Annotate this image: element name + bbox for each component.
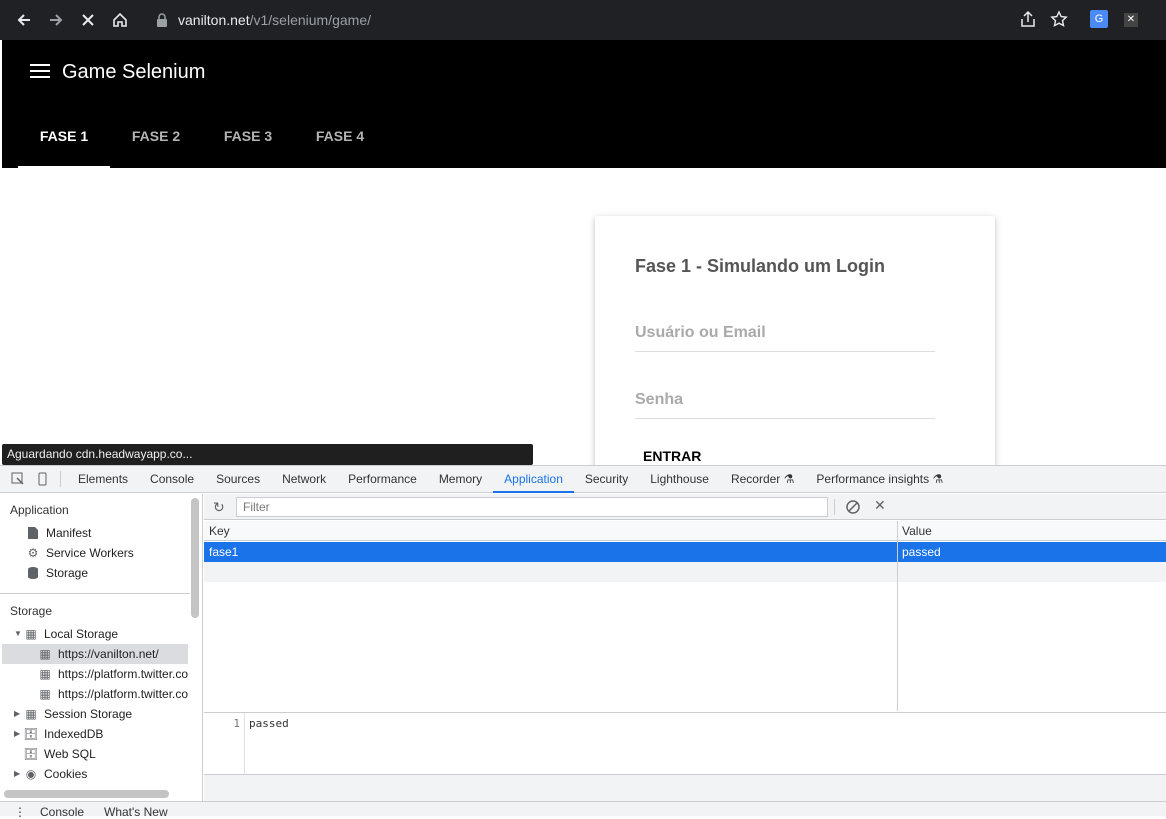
forward-icon[interactable] [40,4,72,36]
storage-view: ↻ Filter ✕ Key Value fase1 passed 1 pass… [204,494,1166,801]
gear-icon: ⚙ [27,546,39,560]
username-field[interactable]: Usuário ou Email [635,324,935,352]
row-value: passed [902,545,941,559]
sidebar-item-storage[interactable]: Storage [26,563,88,583]
preview-footer [204,774,1166,801]
tab-memory[interactable]: Memory [428,466,493,493]
sidebar-item-session-storage[interactable]: ▶ ▦ Session Storage [14,704,132,724]
grid-icon: ▦ [25,627,37,641]
card-title: Fase 1 - Simulando um Login [635,256,886,276]
tab-security[interactable]: Security [574,466,639,493]
lock-icon [157,13,167,27]
tab-sources[interactable]: Sources [205,466,271,493]
stop-loading-icon[interactable] [72,4,104,36]
tab-lighthouse[interactable]: Lighthouse [639,466,720,493]
sidebar-item-indexeddb[interactable]: ▶ 🗄 IndexedDB [14,724,103,744]
app-header: Game Selenium FASE 1 FASE 2 FASE 3 FASE … [2,40,1166,168]
status-tooltip: Aguardando cdn.headwayapp.co... [2,444,533,465]
table-row-empty[interactable] [204,562,1166,582]
collapsed-triangle-icon[interactable]: ▶ [14,764,24,784]
page-content: Fase 1 - Simulando um Login Usuário ou E… [2,168,1166,465]
devtools-panel: Elements Console Sources Network Perform… [0,465,1166,819]
grid-icon: ▦ [39,667,51,681]
database-icon: 🗄 [23,727,39,741]
tab-fase-2[interactable]: FASE 2 [110,104,202,168]
tab-network[interactable]: Network [271,466,337,493]
drawer-tab-console[interactable]: Console [40,805,84,819]
device-toolbar-icon[interactable] [30,467,54,491]
phase-tabs: FASE 1 FASE 2 FASE 3 FASE 4 [18,104,386,168]
address-bar[interactable]: vanilton.net/v1/selenium/game/ [144,4,1076,36]
devtools-tabbar: Elements Console Sources Network Perform… [0,466,1166,493]
collapsed-triangle-icon[interactable]: ▶ [14,704,24,724]
sidebar-item-web-sql[interactable]: 🗄 Web SQL [23,744,95,764]
sidebar-item-local-storage[interactable]: ▼ ▦ Local Storage [14,624,118,644]
drawer-tab-whats-new[interactable]: What's New [104,805,168,819]
login-button[interactable]: ENTRAR [643,448,701,464]
application-sidebar: Application Manifest ⚙ Service Workers S… [0,494,203,801]
table-row[interactable]: fase1 passed [204,542,1166,562]
tab-fase-3[interactable]: FASE 3 [202,104,294,168]
translate-extension-icon[interactable]: G [1090,10,1108,28]
column-value-header[interactable]: Value [902,524,932,538]
drawer-tabbar: ⋮ Console What's New [0,801,1166,819]
tab-recorder[interactable]: Recorder ⚗ [720,466,805,493]
sidebar-item-twitter-origin-1[interactable]: ▦ https://platform.twitter.co [38,664,188,684]
line-number: 1 [204,713,245,775]
tab-elements[interactable]: Elements [67,466,139,493]
grid-icon: ▦ [39,687,51,701]
back-icon[interactable] [8,4,40,36]
document-icon [26,526,40,540]
clear-all-icon[interactable] [846,500,860,519]
url-host: vanilton.net [178,12,250,28]
sidebar-header-application: Application [10,503,69,517]
grid-icon: ▦ [39,647,51,661]
app-title: Game Selenium [62,61,206,83]
delete-selected-icon[interactable]: ✕ [874,497,886,514]
drawer-menu-icon[interactable]: ⋮ [14,805,26,819]
tab-fase-4[interactable]: FASE 4 [294,104,386,168]
home-icon[interactable] [104,4,136,36]
browser-toolbar: vanilton.net/v1/selenium/game/ G ✕ [0,0,1166,40]
database-icon: 🗄 [23,747,39,761]
sidebar-header-storage: Storage [10,604,53,618]
close-extension-icon[interactable]: ✕ [1124,13,1138,27]
share-icon[interactable] [1020,10,1036,33]
password-placeholder: Senha [635,391,684,408]
sidebar-vertical-scrollbar[interactable] [191,498,199,618]
sidebar-item-service-workers[interactable]: ⚙ Service Workers [26,543,134,563]
username-placeholder: Usuário ou Email [635,324,766,341]
preview-text: passed [249,717,289,730]
filter-toolbar: ↻ Filter ✕ [204,494,1166,520]
grid-icon: ▦ [25,707,37,721]
sidebar-horizontal-scrollbar[interactable] [4,790,169,798]
tab-performance[interactable]: Performance [337,466,428,493]
column-key-header[interactable]: Key [209,524,230,538]
refresh-icon[interactable]: ↻ [213,499,225,516]
row-key: fase1 [209,545,239,559]
inspect-element-icon[interactable] [6,467,30,491]
tab-console[interactable]: Console [139,466,205,493]
filter-input[interactable]: Filter [236,497,828,517]
hamburger-menu-icon[interactable] [30,64,50,78]
sidebar-item-twitter-origin-2[interactable]: ▦ https://platform.twitter.co [38,684,188,704]
sidebar-item-manifest[interactable]: Manifest [26,523,91,543]
password-field[interactable]: Senha [635,391,935,419]
tab-fase-1[interactable]: FASE 1 [18,104,110,168]
database-icon [26,566,40,580]
tab-performance-insights[interactable]: Performance insights ⚗ [805,466,954,493]
sidebar-item-vanilton-origin[interactable]: ▦ https://vanilton.net/ [2,644,188,664]
cookie-icon: ◉ [25,767,37,781]
value-preview: 1 passed [204,712,1166,775]
column-divider[interactable] [897,521,898,711]
url-path: /v1/selenium/game/ [249,12,372,28]
bookmark-star-icon[interactable] [1050,10,1068,33]
expanded-triangle-icon[interactable]: ▼ [14,624,24,644]
table-header: Key Value [204,521,1166,541]
sidebar-item-cookies[interactable]: ▶ ◉ Cookies [14,764,87,784]
tab-application[interactable]: Application [493,466,574,493]
login-card: Fase 1 - Simulando um Login Usuário ou E… [595,216,995,465]
